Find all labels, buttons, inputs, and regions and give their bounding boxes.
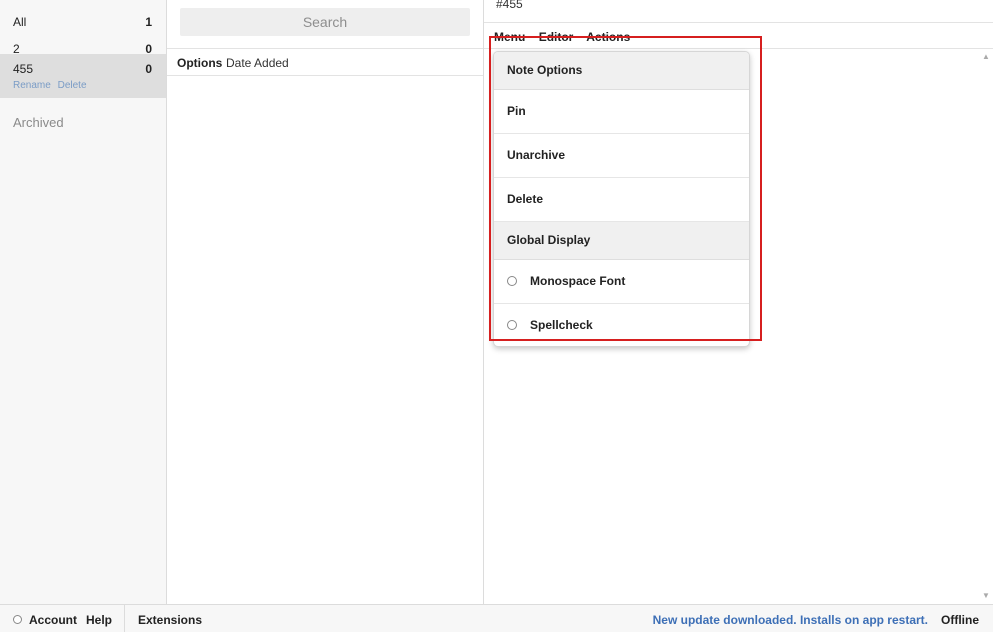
- note-title[interactable]: #455: [496, 0, 523, 11]
- account-status-icon: [13, 615, 22, 624]
- tag-actions: Rename Delete: [13, 80, 91, 91]
- delete-tag-link[interactable]: Delete: [58, 80, 87, 91]
- monospace-font-option[interactable]: Monospace Font: [494, 260, 749, 304]
- delete-menu-item[interactable]: Delete: [494, 178, 749, 222]
- tag-item-2[interactable]: 2 0: [0, 27, 166, 56]
- note-options-header: Note Options: [494, 52, 749, 90]
- update-notice[interactable]: New update downloaded. Installs on app r…: [653, 613, 928, 627]
- editor-menu-bar: Menu Editor Actions: [494, 30, 640, 44]
- archived-item[interactable]: Archived: [13, 115, 64, 130]
- search-input[interactable]: Search: [180, 8, 470, 36]
- tags-sidebar: All 1 2 0 455 0 Rename Delete Archived: [0, 0, 167, 604]
- tag-count: 0: [145, 62, 152, 76]
- account-button[interactable]: Account: [29, 613, 77, 627]
- radio-icon[interactable]: [507, 276, 517, 286]
- editor-scrollbar[interactable]: ▲ ▼: [979, 48, 993, 604]
- tag-item-all[interactable]: All 1: [0, 0, 166, 29]
- menu-dropdown: Note Options Pin Unarchive Delete Global…: [493, 51, 750, 347]
- pin-menu-item[interactable]: Pin: [494, 90, 749, 134]
- note-title-bar: #455: [484, 0, 993, 23]
- notes-list-header: Options Date Added: [167, 48, 483, 76]
- editor-tab[interactable]: Editor: [539, 30, 574, 44]
- notes-list-column: Search Options Date Added: [167, 0, 484, 604]
- menu-tab[interactable]: Menu: [494, 30, 525, 44]
- tag-item-455[interactable]: 455 0 Rename Delete: [0, 54, 166, 98]
- spellcheck-label: Spellcheck: [530, 318, 593, 332]
- scroll-down-icon[interactable]: ▼: [982, 591, 990, 600]
- sort-label[interactable]: Date Added: [226, 56, 289, 70]
- options-button[interactable]: Options: [177, 56, 222, 70]
- spellcheck-option[interactable]: Spellcheck: [494, 304, 749, 346]
- extensions-button[interactable]: Extensions: [138, 613, 202, 627]
- offline-status: Offline: [941, 613, 979, 627]
- footer-bar: Account Help Extensions New update downl…: [0, 604, 993, 632]
- actions-tab[interactable]: Actions: [586, 30, 630, 44]
- monospace-font-label: Monospace Font: [530, 274, 626, 288]
- rename-tag-link[interactable]: Rename: [13, 80, 51, 91]
- unarchive-menu-item[interactable]: Unarchive: [494, 134, 749, 178]
- radio-icon[interactable]: [507, 320, 517, 330]
- help-button[interactable]: Help: [86, 613, 112, 627]
- footer-divider: [124, 605, 125, 632]
- global-display-header: Global Display: [494, 222, 749, 260]
- tag-name: 455: [13, 62, 34, 76]
- scroll-up-icon[interactable]: ▲: [982, 52, 990, 61]
